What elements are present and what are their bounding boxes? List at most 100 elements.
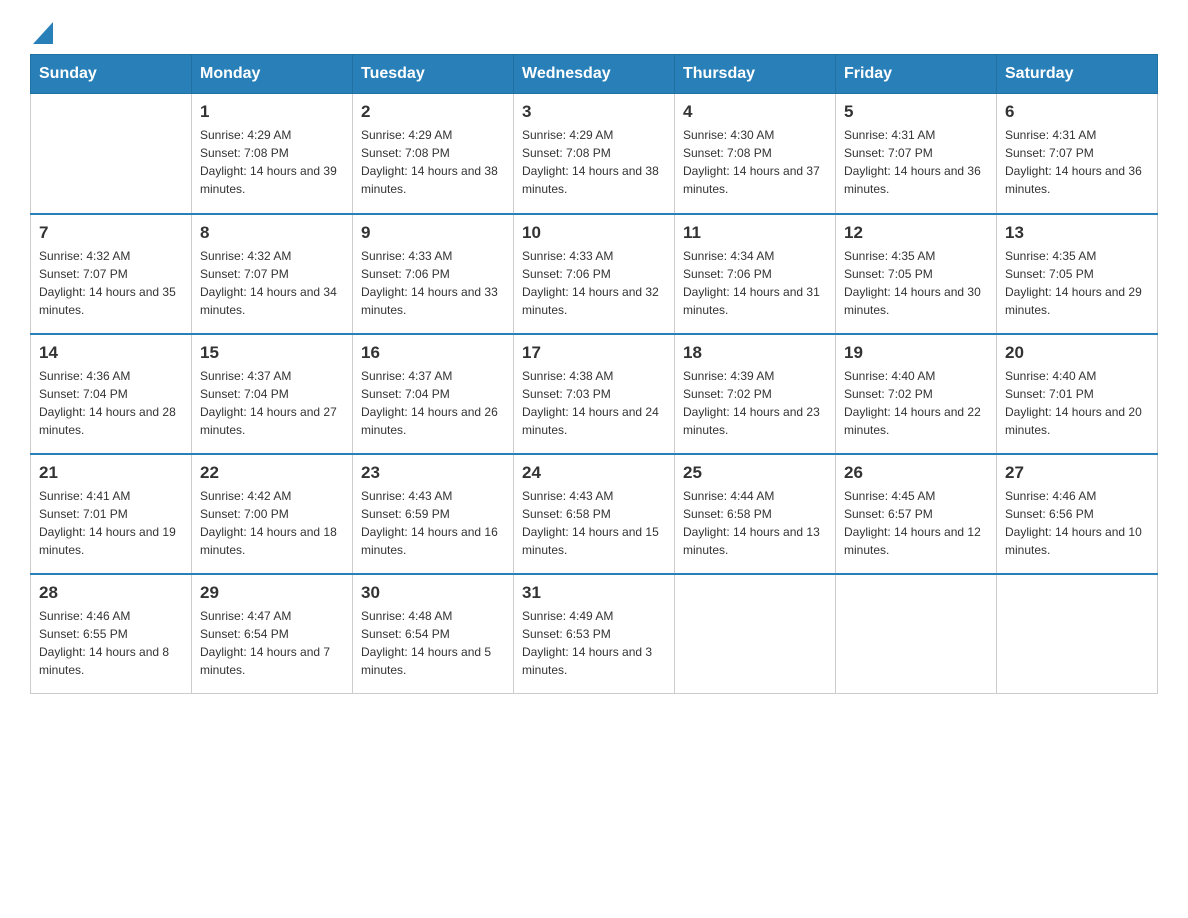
- calendar-cell: 19Sunrise: 4:40 AMSunset: 7:02 PMDayligh…: [836, 334, 997, 454]
- day-number: 20: [1005, 343, 1149, 363]
- day-info: Sunrise: 4:31 AMSunset: 7:07 PMDaylight:…: [1005, 126, 1149, 198]
- day-info: Sunrise: 4:46 AMSunset: 6:55 PMDaylight:…: [39, 607, 183, 679]
- day-info: Sunrise: 4:32 AMSunset: 7:07 PMDaylight:…: [39, 247, 183, 319]
- day-number: 30: [361, 583, 505, 603]
- day-info: Sunrise: 4:32 AMSunset: 7:07 PMDaylight:…: [200, 247, 344, 319]
- logo: [30, 20, 53, 44]
- day-number: 3: [522, 102, 666, 122]
- day-number: 23: [361, 463, 505, 483]
- day-number: 1: [200, 102, 344, 122]
- calendar-cell: 28 Sunrise: 4:46 AMSunset: 6:55 PMDayligh…: [31, 574, 192, 694]
- calendar-cell: 23 Sunrise: 4:43 AMSunset: 6:59 PMDayligh…: [353, 454, 514, 574]
- page-header: [30, 20, 1158, 44]
- day-number: 9: [361, 223, 505, 243]
- day-info: Sunrise: 4:29 AMSunset: 7:08 PMDaylight:…: [522, 126, 666, 198]
- calendar-cell: 31 Sunrise: 4:49 AMSunset: 6:53 PMDayligh…: [514, 574, 675, 694]
- calendar-cell: 5 Sunrise: 4:31 AMSunset: 7:07 PMDaylight…: [836, 94, 997, 214]
- day-number: 25: [683, 463, 827, 483]
- day-info: Sunrise: 4:29 AMSunset: 7:08 PMDaylight:…: [361, 126, 505, 198]
- calendar-table: SundayMondayTuesdayWednesdayThursdayFrid…: [30, 54, 1158, 694]
- calendar-cell: 2 Sunrise: 4:29 AMSunset: 7:08 PMDaylight…: [353, 94, 514, 214]
- day-info: Sunrise: 4:38 AMSunset: 7:03 PMDaylight:…: [522, 367, 666, 439]
- calendar-cell: 13 Sunrise: 4:35 AMSunset: 7:05 PMDayligh…: [997, 214, 1158, 334]
- day-number: 4: [683, 102, 827, 122]
- day-number: 24: [522, 463, 666, 483]
- calendar-cell: 11Sunrise: 4:34 AMSunset: 7:06 PMDayligh…: [675, 214, 836, 334]
- day-number: 31: [522, 583, 666, 603]
- day-of-week-header: Monday: [192, 55, 353, 94]
- calendar-cell: 24 Sunrise: 4:43 AMSunset: 6:58 PMDayligh…: [514, 454, 675, 574]
- calendar-cell: 9 Sunrise: 4:33 AMSunset: 7:06 PMDaylight…: [353, 214, 514, 334]
- calendar-cell: [675, 574, 836, 694]
- calendar-cell: 30 Sunrise: 4:48 AMSunset: 6:54 PMDayligh…: [353, 574, 514, 694]
- day-number: 5: [844, 102, 988, 122]
- day-info: Sunrise: 4:37 AMSunset: 7:04 PMDaylight:…: [200, 367, 344, 439]
- day-number: 10: [522, 223, 666, 243]
- calendar-cell: 6 Sunrise: 4:31 AMSunset: 7:07 PMDaylight…: [997, 94, 1158, 214]
- calendar-cell: [997, 574, 1158, 694]
- day-of-week-header: Wednesday: [514, 55, 675, 94]
- day-info: Sunrise: 4:48 AMSunset: 6:54 PMDaylight:…: [361, 607, 505, 679]
- calendar-cell: [31, 94, 192, 214]
- calendar-cell: 29 Sunrise: 4:47 AMSunset: 6:54 PMDayligh…: [192, 574, 353, 694]
- day-info: Sunrise: 4:37 AMSunset: 7:04 PMDaylight:…: [361, 367, 505, 439]
- calendar-cell: 12Sunrise: 4:35 AMSunset: 7:05 PMDayligh…: [836, 214, 997, 334]
- day-info: Sunrise: 4:31 AMSunset: 7:07 PMDaylight:…: [844, 126, 988, 198]
- day-info: Sunrise: 4:43 AMSunset: 6:58 PMDaylight:…: [522, 487, 666, 559]
- calendar-week-row: 14Sunrise: 4:36 AMSunset: 7:04 PMDayligh…: [31, 334, 1158, 454]
- day-number: 15: [200, 343, 344, 363]
- day-number: 29: [200, 583, 344, 603]
- calendar-cell: 15 Sunrise: 4:37 AMSunset: 7:04 PMDayligh…: [192, 334, 353, 454]
- calendar-week-row: 21 Sunrise: 4:41 AMSunset: 7:01 PMDayligh…: [31, 454, 1158, 574]
- day-info: Sunrise: 4:40 AMSunset: 7:01 PMDaylight:…: [1005, 367, 1149, 439]
- day-info: Sunrise: 4:35 AMSunset: 7:05 PMDaylight:…: [1005, 247, 1149, 319]
- day-info: Sunrise: 4:49 AMSunset: 6:53 PMDaylight:…: [522, 607, 666, 679]
- day-number: 6: [1005, 102, 1149, 122]
- calendar-cell: 22 Sunrise: 4:42 AMSunset: 7:00 PMDayligh…: [192, 454, 353, 574]
- day-number: 27: [1005, 463, 1149, 483]
- day-number: 12: [844, 223, 988, 243]
- calendar-week-row: 7 Sunrise: 4:32 AMSunset: 7:07 PMDaylight…: [31, 214, 1158, 334]
- day-number: 22: [200, 463, 344, 483]
- day-info: Sunrise: 4:30 AMSunset: 7:08 PMDaylight:…: [683, 126, 827, 198]
- day-number: 16: [361, 343, 505, 363]
- day-number: 13: [1005, 223, 1149, 243]
- calendar-cell: 21 Sunrise: 4:41 AMSunset: 7:01 PMDayligh…: [31, 454, 192, 574]
- day-info: Sunrise: 4:47 AMSunset: 6:54 PMDaylight:…: [200, 607, 344, 679]
- calendar-cell: 18 Sunrise: 4:39 AMSunset: 7:02 PMDayligh…: [675, 334, 836, 454]
- day-of-week-header: Thursday: [675, 55, 836, 94]
- day-info: Sunrise: 4:46 AMSunset: 6:56 PMDaylight:…: [1005, 487, 1149, 559]
- day-of-week-header: Saturday: [997, 55, 1158, 94]
- day-info: Sunrise: 4:43 AMSunset: 6:59 PMDaylight:…: [361, 487, 505, 559]
- calendar-cell: 7 Sunrise: 4:32 AMSunset: 7:07 PMDaylight…: [31, 214, 192, 334]
- calendar-cell: 27 Sunrise: 4:46 AMSunset: 6:56 PMDayligh…: [997, 454, 1158, 574]
- day-number: 21: [39, 463, 183, 483]
- day-number: 8: [200, 223, 344, 243]
- day-number: 28: [39, 583, 183, 603]
- calendar-cell: 14Sunrise: 4:36 AMSunset: 7:04 PMDayligh…: [31, 334, 192, 454]
- day-info: Sunrise: 4:42 AMSunset: 7:00 PMDaylight:…: [200, 487, 344, 559]
- day-number: 7: [39, 223, 183, 243]
- calendar-body: 1 Sunrise: 4:29 AMSunset: 7:08 PMDaylight…: [31, 94, 1158, 694]
- calendar-cell: 16 Sunrise: 4:37 AMSunset: 7:04 PMDayligh…: [353, 334, 514, 454]
- day-number: 26: [844, 463, 988, 483]
- day-of-week-header: Friday: [836, 55, 997, 94]
- day-info: Sunrise: 4:33 AMSunset: 7:06 PMDaylight:…: [522, 247, 666, 319]
- day-number: 18: [683, 343, 827, 363]
- header-row: SundayMondayTuesdayWednesdayThursdayFrid…: [31, 55, 1158, 94]
- logo-triangle-icon: [33, 22, 53, 44]
- day-info: Sunrise: 4:44 AMSunset: 6:58 PMDaylight:…: [683, 487, 827, 559]
- day-number: 2: [361, 102, 505, 122]
- day-info: Sunrise: 4:34 AMSunset: 7:06 PMDaylight:…: [683, 247, 827, 319]
- day-info: Sunrise: 4:39 AMSunset: 7:02 PMDaylight:…: [683, 367, 827, 439]
- calendar-cell: 4 Sunrise: 4:30 AMSunset: 7:08 PMDaylight…: [675, 94, 836, 214]
- calendar-cell: 17Sunrise: 4:38 AMSunset: 7:03 PMDayligh…: [514, 334, 675, 454]
- day-info: Sunrise: 4:33 AMSunset: 7:06 PMDaylight:…: [361, 247, 505, 319]
- day-info: Sunrise: 4:29 AMSunset: 7:08 PMDaylight:…: [200, 126, 344, 198]
- day-of-week-header: Sunday: [31, 55, 192, 94]
- calendar-cell: [836, 574, 997, 694]
- day-of-week-header: Tuesday: [353, 55, 514, 94]
- calendar-week-row: 1 Sunrise: 4:29 AMSunset: 7:08 PMDaylight…: [31, 94, 1158, 214]
- calendar-cell: 8 Sunrise: 4:32 AMSunset: 7:07 PMDaylight…: [192, 214, 353, 334]
- day-info: Sunrise: 4:41 AMSunset: 7:01 PMDaylight:…: [39, 487, 183, 559]
